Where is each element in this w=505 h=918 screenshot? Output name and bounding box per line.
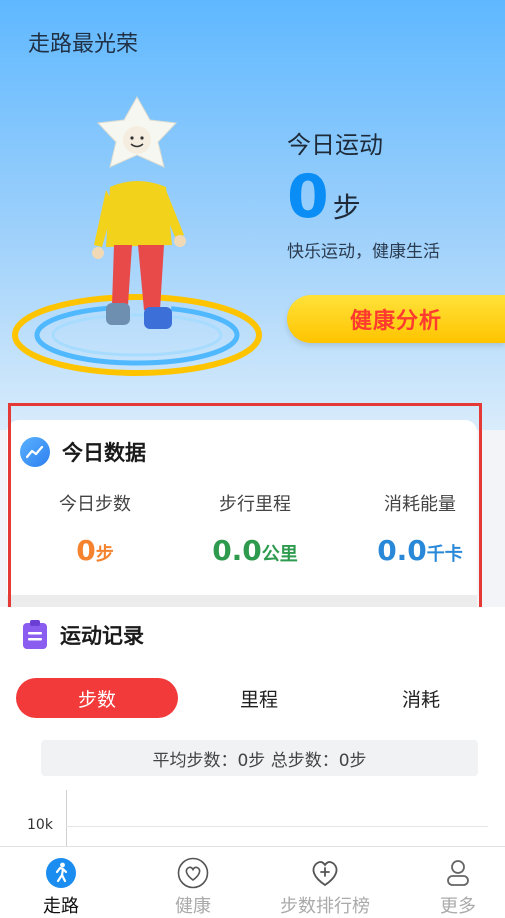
tab-distance[interactable]: 里程 (178, 678, 340, 718)
nav-walk[interactable]: 走路 (6, 856, 116, 918)
records-summary: 平均步数：0步 总步数：0步 (41, 740, 478, 776)
heart-icon (177, 857, 209, 889)
app-title: 走路最光荣 (28, 32, 139, 57)
chart-y-tick: 10k (27, 817, 53, 833)
walking-icon (46, 858, 76, 888)
nav-more[interactable]: 更多 (403, 856, 505, 918)
exercise-records-header: 运动记录 (22, 620, 144, 650)
nav-health-label: 健康 (175, 896, 211, 917)
chart-y-axis (66, 790, 67, 846)
today-exercise-label: 今日运动 (287, 131, 383, 159)
tab-steps[interactable]: 步数 (16, 678, 178, 718)
nav-walk-label: 走路 (43, 896, 79, 917)
today-steps-value: 0 (287, 162, 329, 232)
mascot-figure-icon (92, 95, 186, 329)
highlight-box (8, 403, 482, 611)
heart-plus-icon (312, 861, 338, 887)
chart-grid-line (66, 826, 488, 827)
tab-energy[interactable]: 消耗 (340, 678, 502, 718)
person-icon (447, 860, 469, 886)
nav-more-label: 更多 (440, 896, 476, 917)
nav-ranking[interactable]: 步数排行榜 (270, 856, 380, 918)
nav-ranking-label: 步数排行榜 (280, 896, 370, 917)
slogan: 快乐运动，健康生活 (287, 242, 440, 262)
health-analysis-label: 健康分析 (349, 309, 442, 334)
today-steps-display: 0步 (287, 162, 361, 232)
nav-health[interactable]: 健康 (138, 856, 248, 918)
exercise-records-title: 运动记录 (60, 624, 144, 648)
health-analysis-button[interactable]: 健康分析 (287, 295, 505, 343)
today-steps-unit: 步 (332, 191, 361, 224)
clipboard-icon (23, 620, 47, 649)
